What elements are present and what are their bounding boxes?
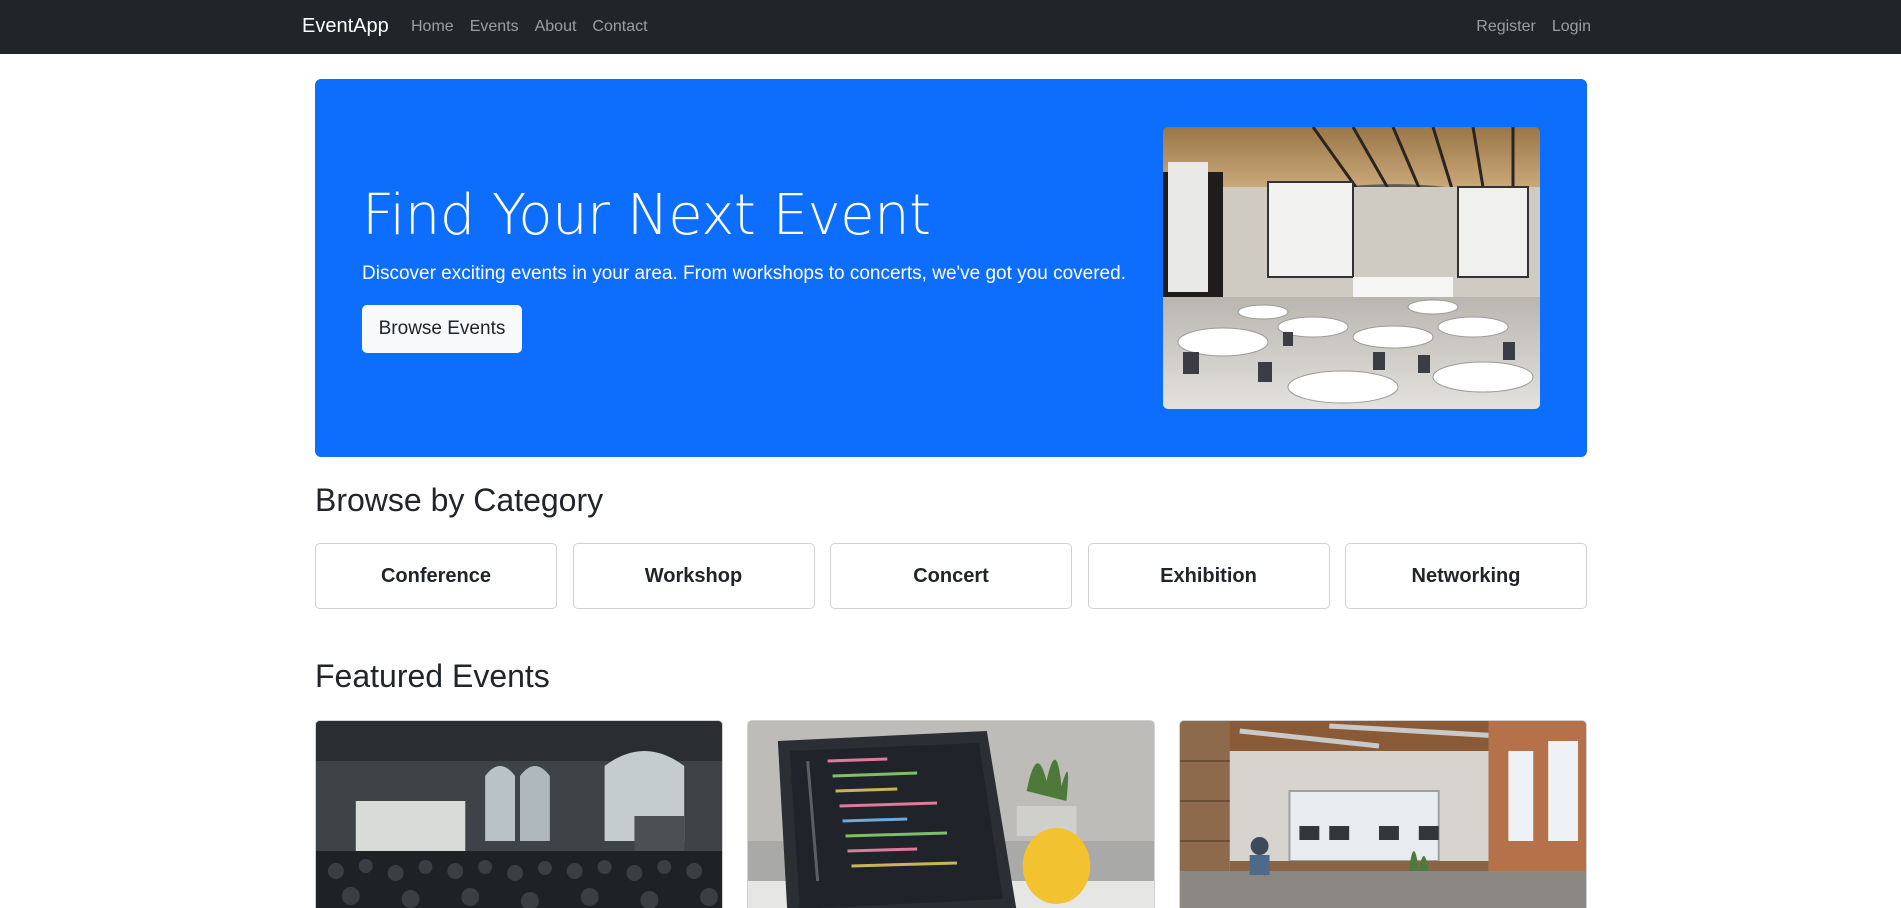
category-card-exhibition[interactable]: Exhibition	[1087, 543, 1330, 609]
hero-subtitle: Discover exciting events in your area. F…	[362, 263, 1126, 284]
category-card-workshop[interactable]: Workshop	[572, 543, 815, 609]
nav-link-about[interactable]: About	[535, 18, 577, 36]
nav-link-events[interactable]: Events	[470, 18, 519, 36]
category-card-conference[interactable]: Conference	[315, 543, 557, 609]
brand-logo[interactable]: EventApp	[302, 15, 389, 38]
event-image-auditorium	[316, 721, 722, 908]
featured-event-card[interactable]	[747, 720, 1155, 908]
nav-link-login[interactable]: Login	[1552, 18, 1591, 36]
event-image-laptop-code	[748, 721, 1154, 908]
nav-link-home[interactable]: Home	[411, 18, 454, 36]
nav-link-contact[interactable]: Contact	[592, 18, 647, 36]
featured-event-card[interactable]	[315, 720, 723, 908]
category-card-concert[interactable]: Concert	[830, 543, 1072, 609]
navbar: EventApp Home Events About Contact Regis…	[0, 0, 1901, 54]
category-card-networking[interactable]: Networking	[1345, 543, 1587, 609]
main-nav: Home Events About Contact	[411, 18, 664, 36]
category-list: Conference Workshop Concert Exhibition N…	[315, 543, 1587, 609]
auth-nav: Register Login	[1460, 18, 1591, 36]
hero-banner: Find Your Next Event Discover exciting e…	[315, 79, 1587, 457]
hero-title: Find Your Next Event	[362, 183, 931, 248]
featured-section-title: Featured Events	[315, 658, 550, 694]
featured-events-list	[315, 720, 1587, 908]
event-image-coworking-space	[1180, 721, 1586, 908]
category-section-title: Browse by Category	[315, 482, 604, 518]
hero-image-conference-hall	[1163, 127, 1540, 409]
featured-event-card[interactable]	[1179, 720, 1587, 908]
nav-link-register[interactable]: Register	[1476, 18, 1536, 36]
browse-events-button[interactable]: Browse Events	[362, 305, 522, 353]
